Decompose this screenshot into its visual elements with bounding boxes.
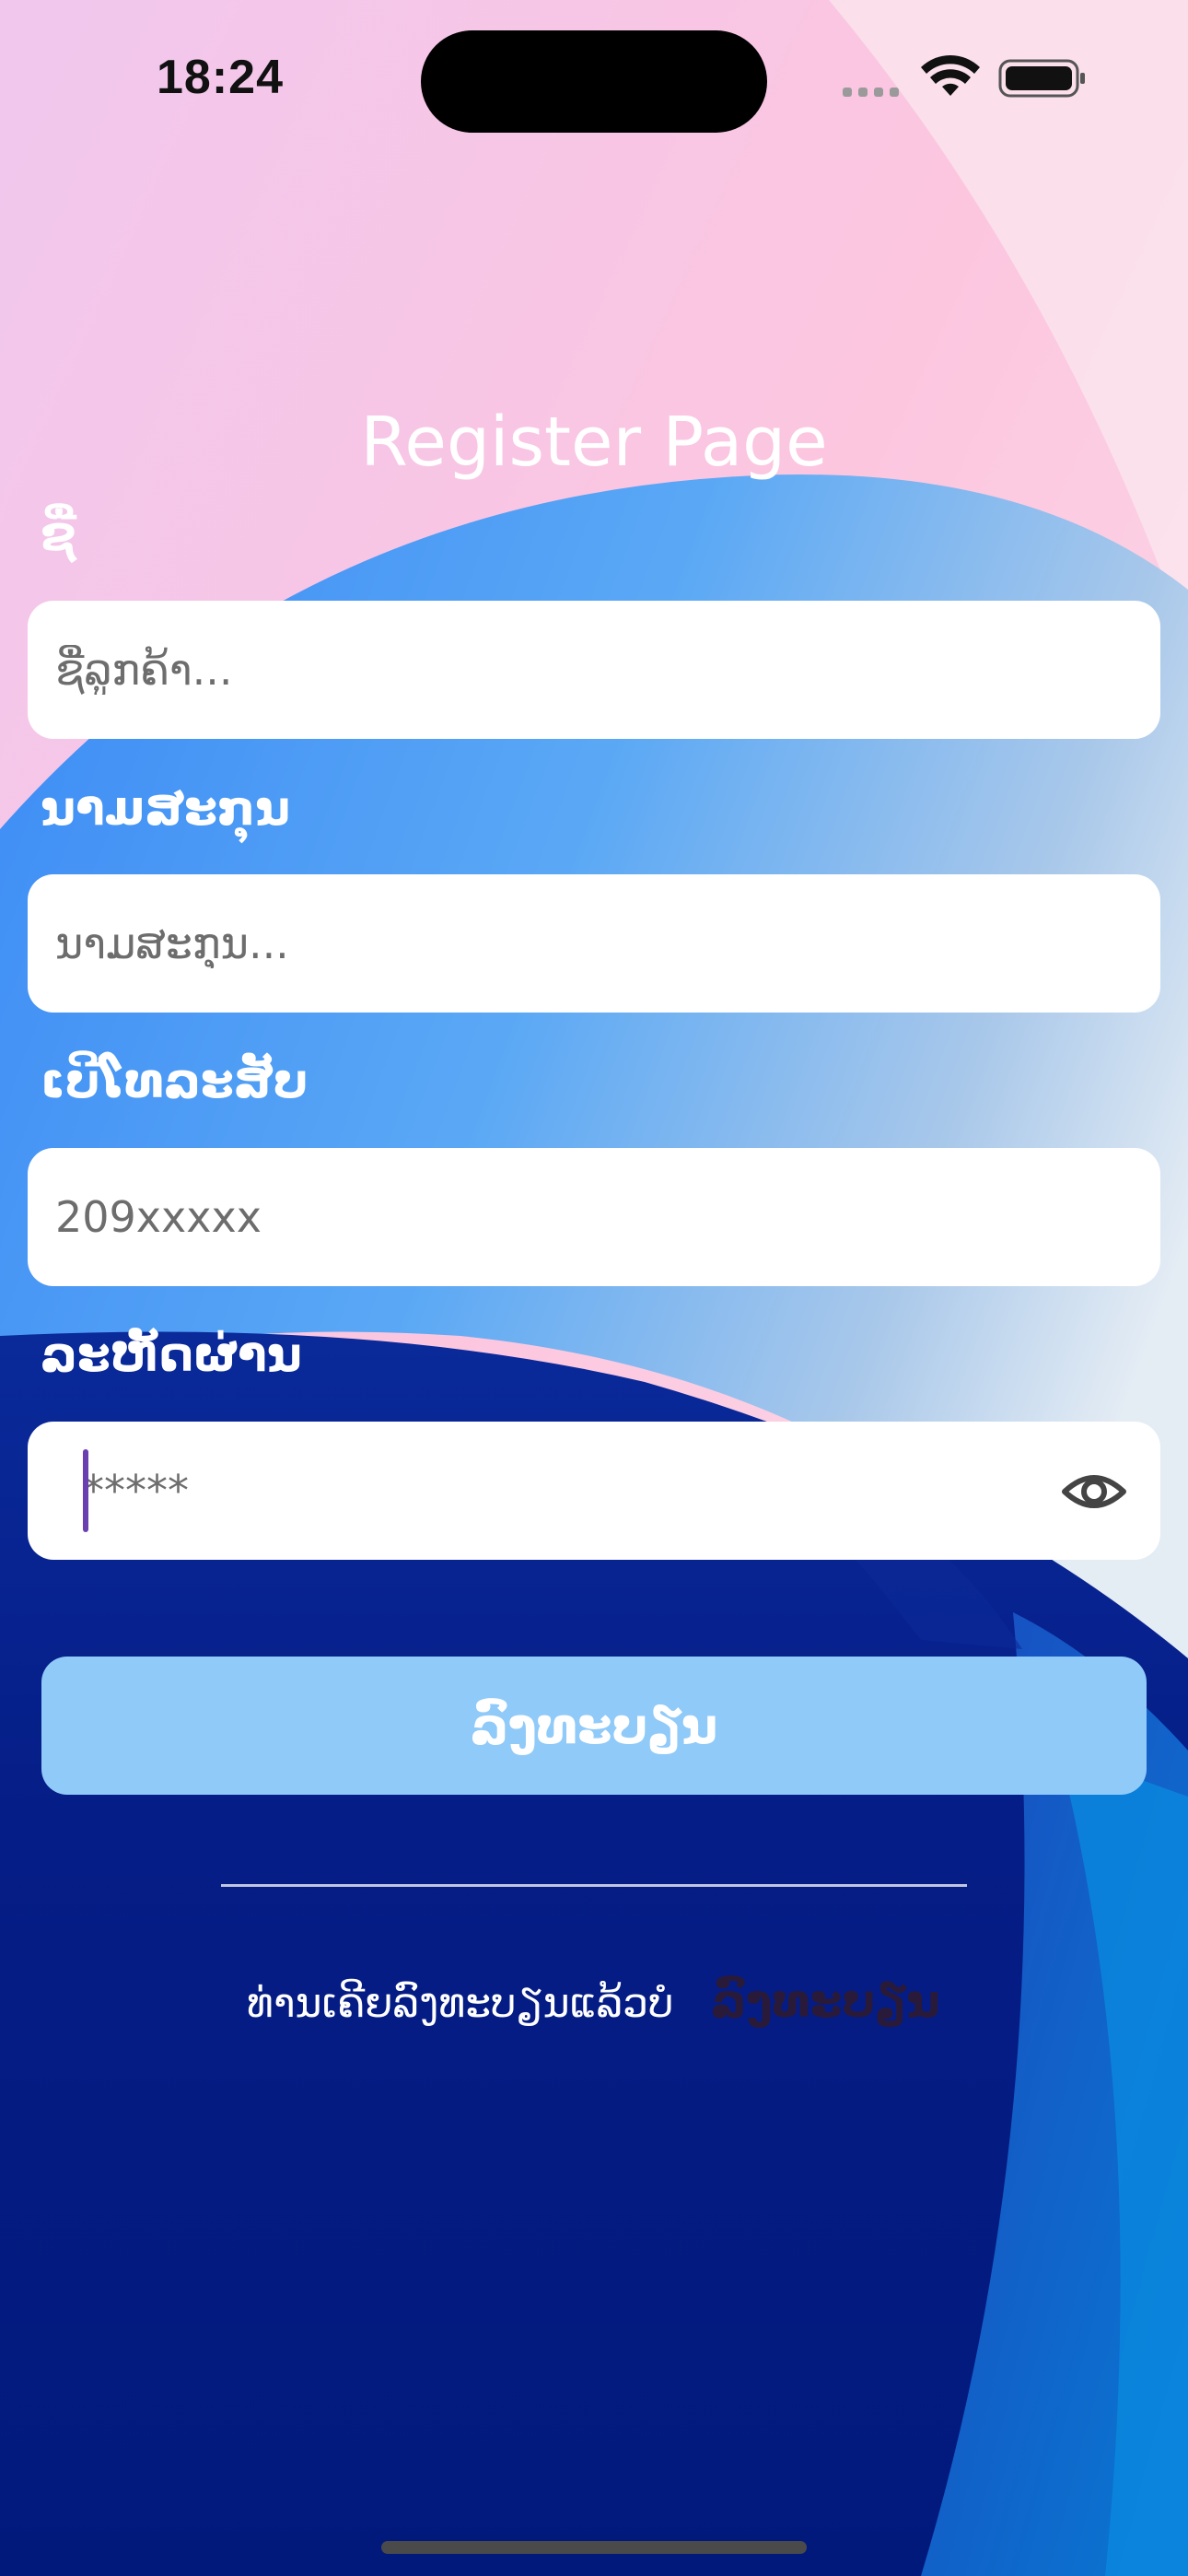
phone-field[interactable] [28, 1148, 1160, 1286]
surname-field[interactable] [28, 874, 1160, 1013]
name-input[interactable] [55, 601, 1068, 739]
password-label: ລະຫັດຜ່ານ [41, 1328, 302, 1383]
surname-input[interactable] [55, 874, 1068, 1013]
divider [221, 1884, 967, 1887]
status-icons [843, 55, 1085, 98]
phone-label: ເບີໂທລະສັບ [41, 1054, 309, 1109]
home-indicator [381, 2541, 807, 2554]
name-label: ຊື່ [41, 507, 76, 562]
register-screen: 18:24 Register Page ຊື່ ນາມສະກຸນ ເບີໂທລະ… [0, 0, 1188, 2576]
register-link[interactable]: ລົງທະບຽນ [711, 1968, 940, 2034]
dynamic-island [421, 30, 767, 133]
name-field[interactable] [28, 601, 1160, 739]
page-title: Register Page [360, 403, 828, 482]
battery-icon [998, 59, 1085, 98]
cellular-signal-icon [843, 88, 899, 97]
text-caret [83, 1449, 88, 1532]
surname-label: ນາມສະກຸນ [41, 781, 291, 837]
phone-input[interactable] [55, 1148, 1068, 1286]
eye-icon[interactable] [1061, 1458, 1127, 1525]
password-field[interactable]: ***** [28, 1422, 1160, 1560]
already-registered-text: ທ່ານເຄີຍລົງທະບຽນແລ້ວບໍ [247, 1980, 674, 2027]
wifi-icon [921, 55, 980, 96]
register-button[interactable]: ລົງທະບຽນ [41, 1657, 1147, 1795]
status-time: 18:24 [157, 51, 284, 104]
password-placeholder: ***** [83, 1466, 189, 1516]
